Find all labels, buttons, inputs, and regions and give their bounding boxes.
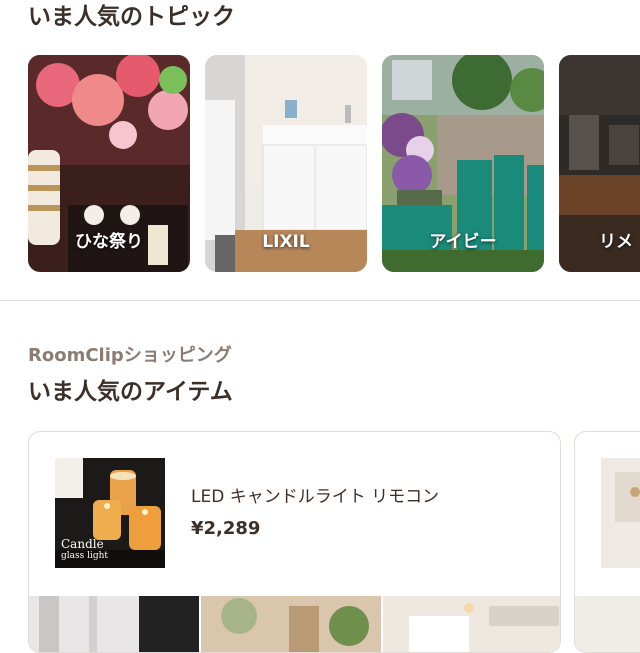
- thumb-text-2: glass light: [61, 551, 109, 561]
- item-card[interactable]: Candle glass light LED キャンドルライト リモコン ¥2,…: [28, 431, 561, 653]
- section-divider: [0, 300, 640, 301]
- topics-section-title: いま人気のトピック: [28, 4, 235, 30]
- topics-carousel[interactable]: ひな祭り LIXIL アイビー リメ: [28, 55, 640, 272]
- item-price: ¥2,289: [191, 518, 261, 539]
- item-thumbnail: Candle glass light: [55, 458, 165, 568]
- topic-label: リメ: [599, 232, 633, 252]
- topic-card-ivy[interactable]: アイビー: [382, 55, 544, 272]
- thumb-text-1: Candle: [61, 537, 104, 551]
- item-name: LED キャンドルライト リモコン: [191, 487, 440, 507]
- topic-card-lixil[interactable]: LIXIL: [205, 55, 367, 272]
- items-section-title: いま人気のアイテム: [28, 379, 233, 405]
- topic-label: ひな祭り: [75, 232, 143, 252]
- item-photo-strip[interactable]: [29, 596, 560, 652]
- item-card-next[interactable]: [574, 431, 640, 653]
- topic-label: LIXIL: [262, 232, 310, 252]
- topic-card-hinamatsuri[interactable]: ひな祭り: [28, 55, 190, 272]
- topic-label: アイビー: [429, 232, 497, 252]
- topic-card-remake[interactable]: リメ: [559, 55, 640, 272]
- shopping-subtitle: RoomClipショッピング: [28, 345, 232, 366]
